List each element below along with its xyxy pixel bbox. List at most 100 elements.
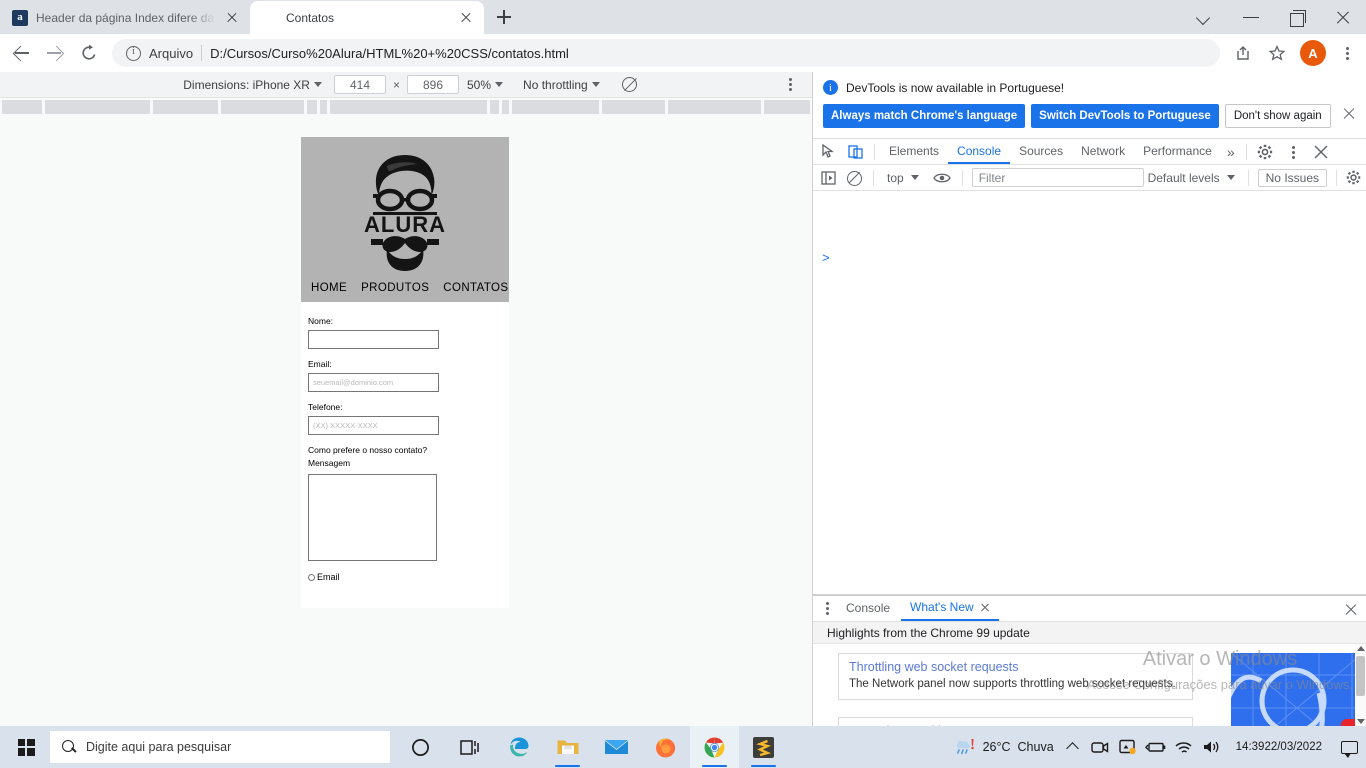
nav-item-contatos[interactable]: CONTATOS bbox=[443, 282, 508, 294]
browser-tab-0[interactable]: a Header da página Index difere da bbox=[0, 1, 250, 34]
address-bar[interactable]: Arquivo D:/Cursos/Curso%20Alura/HTML%20+… bbox=[112, 39, 1220, 67]
issues-button[interactable]: No Issues bbox=[1257, 168, 1327, 187]
tab-elements[interactable]: Elements bbox=[880, 139, 948, 164]
onedrive-sync-icon[interactable] bbox=[1114, 726, 1142, 768]
action-center-icon[interactable] bbox=[1332, 726, 1366, 768]
whats-new-body[interactable]: Throttling web socket requests The Netwo… bbox=[813, 644, 1366, 726]
clock-widget[interactable]: 14:39 22/03/2022 bbox=[1226, 726, 1332, 768]
site-nav: HOME PRODUTOS CONTATOS bbox=[311, 282, 508, 294]
start-button[interactable] bbox=[6, 726, 46, 768]
mensagem-textarea[interactable] bbox=[308, 474, 437, 561]
mail-icon[interactable] bbox=[592, 726, 641, 768]
avatar[interactable]: A bbox=[1300, 40, 1326, 66]
share-icon[interactable] bbox=[1226, 36, 1260, 70]
sublime-text-icon[interactable] bbox=[739, 726, 788, 768]
no-cache-icon[interactable] bbox=[621, 77, 637, 92]
devtools-panel: i DevTools is now available in Portugues… bbox=[812, 72, 1366, 726]
radio-icon[interactable] bbox=[308, 573, 315, 581]
language-banner: i DevTools is now available in Portugues… bbox=[813, 72, 1366, 139]
drawer-tab-bar: Console What's New bbox=[813, 596, 1366, 622]
clear-console-icon[interactable] bbox=[844, 168, 864, 188]
device-toggle-icon[interactable] bbox=[843, 140, 869, 164]
nav-item-produtos[interactable]: PRODUTOS bbox=[361, 282, 429, 294]
console-output[interactable]: > bbox=[813, 235, 1366, 595]
tab-performance[interactable]: Performance bbox=[1134, 139, 1221, 164]
chevron-down-icon bbox=[910, 175, 919, 180]
live-expression-icon[interactable] bbox=[931, 168, 953, 188]
system-tray: 26°C Chuva 14:39 22/03/2022 bbox=[948, 726, 1366, 768]
drawer-menu-icon[interactable] bbox=[819, 599, 835, 619]
scrollbar-thumb[interactable] bbox=[1356, 656, 1365, 696]
close-drawer-icon[interactable] bbox=[1344, 602, 1358, 616]
whats-new-card[interactable]: Throttling web socket requests The Netwo… bbox=[838, 653, 1193, 701]
new-tab-button[interactable] bbox=[490, 3, 518, 31]
bookmark-star-icon[interactable] bbox=[1260, 36, 1294, 70]
devtools-menu-icon[interactable] bbox=[1278, 140, 1308, 164]
device-width-input[interactable] bbox=[333, 75, 386, 94]
console-sidebar-icon[interactable] bbox=[818, 168, 840, 188]
close-icon[interactable] bbox=[224, 10, 240, 26]
radio-option-email[interactable]: Email bbox=[301, 566, 509, 592]
switch-to-portuguese-button[interactable]: Switch DevTools to Portuguese bbox=[1031, 104, 1219, 128]
close-devtools-icon[interactable] bbox=[1308, 140, 1334, 164]
console-prompt: > bbox=[822, 251, 830, 266]
cortana-icon[interactable] bbox=[396, 726, 445, 768]
browser-tab-1[interactable]: Contatos bbox=[250, 1, 484, 34]
field-mensagem: Mensagem bbox=[301, 458, 509, 566]
taskbar-search-input[interactable]: Digite aqui para pesquisar bbox=[50, 731, 390, 763]
drawer-tab-whats-new[interactable]: What's New bbox=[901, 596, 999, 621]
execution-context-select[interactable]: top bbox=[883, 171, 927, 185]
scroll-up-icon[interactable] bbox=[1357, 646, 1365, 651]
tab-network[interactable]: Network bbox=[1072, 139, 1134, 164]
always-match-language-button[interactable]: Always match Chrome's language bbox=[823, 104, 1026, 128]
file-explorer-icon[interactable] bbox=[543, 726, 592, 768]
show-hidden-icons-button[interactable] bbox=[1060, 726, 1086, 768]
firefox-icon[interactable] bbox=[641, 726, 690, 768]
console-filter-input[interactable] bbox=[971, 168, 1144, 187]
label-telefone: Telefone: bbox=[308, 402, 343, 412]
close-icon[interactable] bbox=[1342, 106, 1356, 120]
scroll-down-icon[interactable] bbox=[1357, 719, 1365, 724]
browser-window: a Header da página Index difere da Conta… bbox=[0, 0, 1366, 726]
settings-gear-icon[interactable] bbox=[1252, 140, 1278, 164]
whats-new-scrollbar[interactable] bbox=[1355, 644, 1366, 726]
minimize-button[interactable] bbox=[1228, 0, 1274, 34]
meet-now-icon[interactable] bbox=[1086, 726, 1114, 768]
task-view-icon[interactable] bbox=[445, 726, 494, 768]
zoom-select[interactable]: 50% bbox=[467, 78, 507, 92]
card-title[interactable]: Throttling web socket requests bbox=[849, 660, 1182, 674]
drawer-tab-console[interactable]: Console bbox=[837, 596, 899, 621]
throttling-select[interactable]: No throttling bbox=[523, 78, 604, 92]
nav-item-home[interactable]: HOME bbox=[311, 282, 347, 294]
tab-sources[interactable]: Sources bbox=[1010, 139, 1072, 164]
inspect-element-icon[interactable] bbox=[817, 140, 843, 164]
close-icon[interactable] bbox=[458, 10, 474, 26]
whats-new-card[interactable]: Recorder panel improvements Wait for ele… bbox=[838, 717, 1193, 726]
volume-icon[interactable] bbox=[1198, 726, 1226, 768]
close-window-button[interactable] bbox=[1320, 0, 1366, 34]
console-settings-gear-icon[interactable] bbox=[1346, 170, 1361, 185]
device-height-input[interactable] bbox=[407, 75, 459, 94]
maximize-button[interactable] bbox=[1274, 0, 1320, 34]
chrome-menu-icon[interactable] bbox=[1332, 36, 1362, 70]
log-levels-select[interactable]: Default levels bbox=[1148, 171, 1239, 185]
reload-icon[interactable] bbox=[72, 36, 106, 70]
forward-icon[interactable] bbox=[38, 36, 72, 70]
tab-console[interactable]: Console bbox=[948, 139, 1011, 164]
alura-logo-svg: ALURA bbox=[364, 155, 445, 271]
email-input[interactable] bbox=[308, 373, 439, 392]
chevron-down-icon[interactable] bbox=[1182, 0, 1228, 34]
weather-widget[interactable]: 26°C Chuva bbox=[948, 726, 1060, 768]
device-toolbar-menu-icon[interactable] bbox=[782, 77, 798, 93]
chrome-icon[interactable] bbox=[690, 726, 739, 768]
edge-icon[interactable] bbox=[494, 726, 543, 768]
dont-show-again-button[interactable]: Don't show again bbox=[1224, 104, 1331, 128]
back-icon[interactable] bbox=[4, 36, 38, 70]
battery-icon[interactable] bbox=[1142, 726, 1170, 768]
telefone-input[interactable] bbox=[308, 416, 439, 435]
nome-input[interactable] bbox=[308, 330, 439, 349]
wifi-icon[interactable] bbox=[1170, 726, 1198, 768]
close-icon[interactable] bbox=[980, 603, 990, 613]
more-tabs-icon[interactable]: » bbox=[1221, 144, 1241, 160]
device-select[interactable]: Dimensions: iPhone XR bbox=[183, 78, 326, 92]
